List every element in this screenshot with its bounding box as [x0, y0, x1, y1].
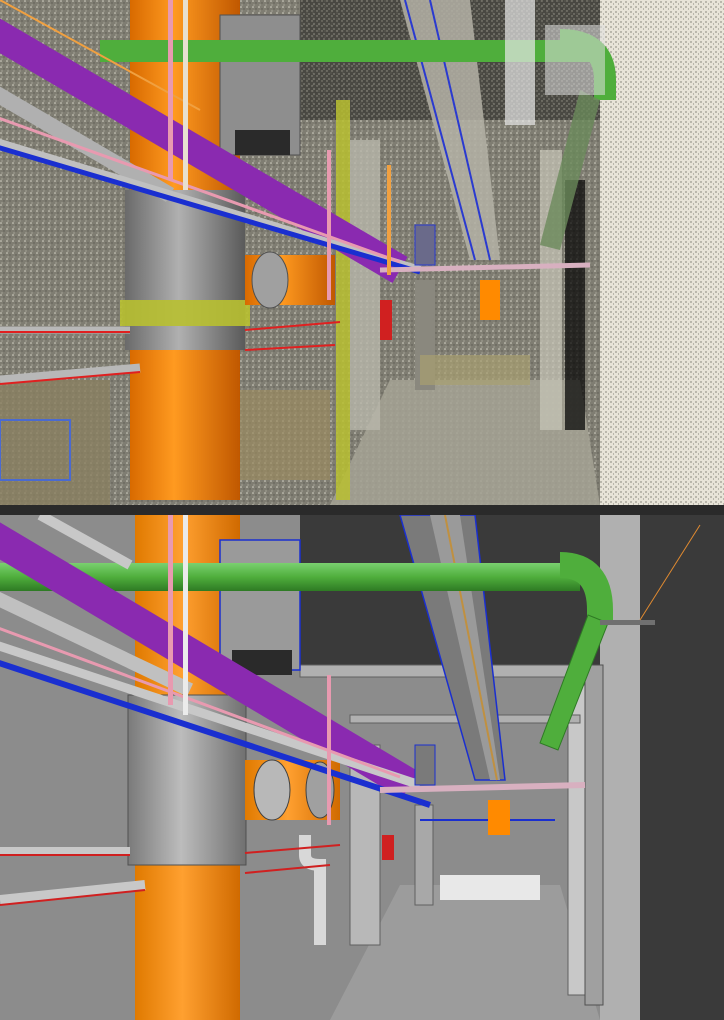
corridor-end-light [440, 875, 540, 900]
equipment-box [0, 380, 110, 505]
duct-distant [414, 224, 436, 266]
right-wall [600, 0, 724, 505]
bim-scene [0, 515, 724, 1020]
scan-highlight [505, 0, 535, 125]
white-riser [183, 0, 188, 190]
scan-highlight [545, 25, 605, 95]
yellow-green-pipe [336, 100, 350, 500]
panel-divider [0, 505, 724, 515]
yellow-band [120, 300, 250, 326]
pink-riser [327, 150, 331, 300]
pink-riser [327, 675, 331, 825]
distant-floor-patch [420, 355, 530, 385]
pink-riser [168, 515, 173, 705]
bim-model-view [0, 515, 724, 1020]
point-cloud-scene [0, 0, 724, 505]
column [584, 664, 604, 1006]
pipe-flange [253, 759, 291, 821]
duct-grille [235, 130, 290, 155]
duct-distant [414, 744, 436, 786]
point-cloud-view [0, 0, 724, 505]
wall-bracket [600, 620, 655, 625]
ceiling-beam [299, 664, 581, 678]
orange-pipe-distant [480, 280, 500, 320]
pipe-flange [251, 251, 289, 309]
pink-riser [168, 0, 173, 180]
orange-riser [387, 165, 391, 275]
column [350, 140, 380, 430]
orange-pipe-distant [488, 800, 510, 835]
white-riser [183, 515, 188, 715]
red-fitting [380, 300, 392, 340]
equipment-box [240, 390, 330, 480]
red-fitting [382, 835, 394, 860]
